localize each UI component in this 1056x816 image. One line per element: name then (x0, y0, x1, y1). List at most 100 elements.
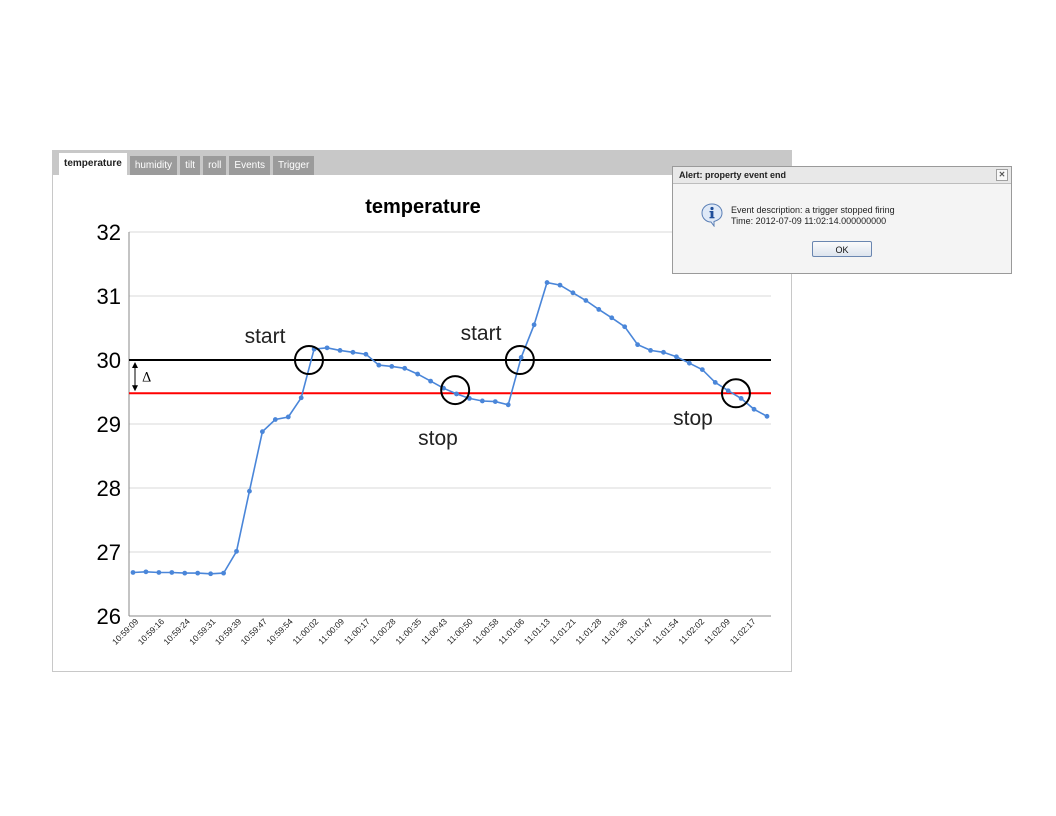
y-tick-label: 32 (97, 220, 121, 245)
tab-humidity[interactable]: humidity (129, 156, 178, 175)
y-axis-ticks: 26 27 28 29 30 31 32 (97, 220, 121, 629)
tab-temperature[interactable]: temperature (59, 153, 127, 175)
dialog-line-description: Event description: a trigger stopped fir… (731, 205, 895, 215)
data-point (518, 355, 524, 360)
stop-label-1: stop (418, 427, 458, 450)
x-tick-label: 11:01:06 (496, 616, 526, 646)
y-tick-label: 30 (97, 348, 121, 373)
data-point (376, 362, 382, 368)
data-point (208, 571, 214, 577)
data-point (622, 324, 628, 330)
data-point (143, 569, 149, 575)
data-point (712, 380, 718, 385)
dialog-line-time: Time: 2012-07-09 11:02:14.000000000 (731, 216, 887, 226)
x-axis-ticks: 10:59:0910:59:1610:59:2410:59:3110:59:39… (110, 616, 758, 647)
data-point (479, 398, 485, 404)
data-point (725, 388, 731, 394)
x-tick-label: 11:00:35 (393, 616, 423, 646)
x-tick-label: 10:59:54 (264, 616, 295, 647)
delta-arrow-head-down (132, 385, 138, 392)
stop-label-2: stop (673, 407, 713, 430)
data-point (247, 488, 252, 494)
info-icon (701, 203, 723, 227)
x-tick-label: 11:01:36 (599, 616, 629, 646)
x-tick-label: 11:00:09 (316, 616, 346, 646)
data-point (298, 395, 304, 401)
data-point (130, 570, 136, 575)
y-tick-label: 27 (97, 540, 121, 565)
data-point (350, 349, 356, 355)
x-tick-label: 11:00:50 (445, 616, 475, 646)
data-point (751, 406, 757, 412)
tab-tilt[interactable]: tilt (180, 156, 201, 175)
data-point (156, 570, 162, 575)
data-point (648, 348, 653, 353)
data-point (596, 307, 602, 312)
y-tick-label: 28 (97, 476, 121, 501)
x-tick-label: 10:59:16 (136, 616, 167, 647)
tab-roll[interactable]: roll (203, 156, 227, 175)
x-tick-label: 11:01:21 (548, 616, 578, 646)
data-point (169, 570, 175, 575)
x-tick-label: 11:00:02 (290, 616, 320, 646)
data-point (454, 391, 459, 397)
data-point (195, 570, 201, 576)
data-point (285, 414, 291, 420)
x-tick-label: 11:00:58 (470, 616, 500, 646)
data-point (324, 345, 330, 351)
data-point (389, 364, 395, 369)
data-point (557, 282, 563, 288)
data-point (259, 429, 265, 435)
data-point (583, 298, 589, 303)
dialog-message: Event description: a trigger stopped fir… (731, 205, 895, 227)
data-point (570, 290, 576, 296)
data-point (337, 348, 343, 353)
y-tick-label: 26 (97, 604, 121, 629)
delta-label: Δ (142, 371, 151, 386)
data-point (505, 402, 511, 408)
close-icon[interactable]: ✕ (996, 169, 1008, 181)
data-point (674, 354, 679, 360)
y-tick-label: 31 (97, 284, 121, 309)
x-tick-label: 11:01:47 (625, 616, 655, 646)
start-label-2: start (461, 322, 502, 345)
x-tick-label: 11:01:13 (522, 616, 552, 646)
start-label-1: start (245, 325, 286, 348)
data-point (402, 365, 408, 371)
data-point (272, 417, 278, 422)
data-point (415, 371, 421, 377)
delta-arrow-head-up (132, 362, 138, 368)
data-point (738, 396, 744, 401)
data-point (221, 570, 226, 576)
data-point (635, 342, 641, 348)
ok-button[interactable]: OK (812, 241, 872, 257)
data-point (428, 378, 433, 384)
data-point (699, 367, 705, 372)
data-point (182, 570, 188, 576)
x-tick-label: 11:01:28 (573, 616, 603, 646)
x-tick-label: 11:02:17 (728, 616, 758, 646)
dialog-title: Alert: property event end (679, 170, 787, 180)
data-point (661, 349, 666, 355)
alert-dialog: Alert: property event end ✕ Event descri… (672, 166, 1012, 274)
x-tick-label: 10:59:47 (239, 616, 270, 647)
data-point (686, 360, 692, 366)
data-point (492, 399, 498, 404)
x-tick-label: 10:59:31 (187, 616, 218, 647)
y-tick-label: 29 (97, 412, 121, 437)
data-point (544, 280, 550, 285)
tab-events[interactable]: Events (229, 156, 270, 175)
data-point (363, 351, 369, 357)
data-point (764, 413, 770, 419)
dialog-titlebar: Alert: property event end ✕ (673, 167, 1011, 184)
tab-trigger[interactable]: Trigger (272, 156, 315, 175)
x-tick-label: 11:02:09 (702, 616, 732, 646)
x-tick-label: 10:59:24 (161, 616, 192, 647)
data-point (609, 315, 615, 321)
x-tick-label: 11:01:54 (651, 616, 681, 646)
data-point (531, 322, 537, 328)
x-tick-label: 11:00:28 (368, 616, 398, 646)
stop-circle-1 (440, 375, 471, 406)
data-point (234, 548, 239, 554)
x-tick-label: 10:59:39 (213, 616, 244, 647)
